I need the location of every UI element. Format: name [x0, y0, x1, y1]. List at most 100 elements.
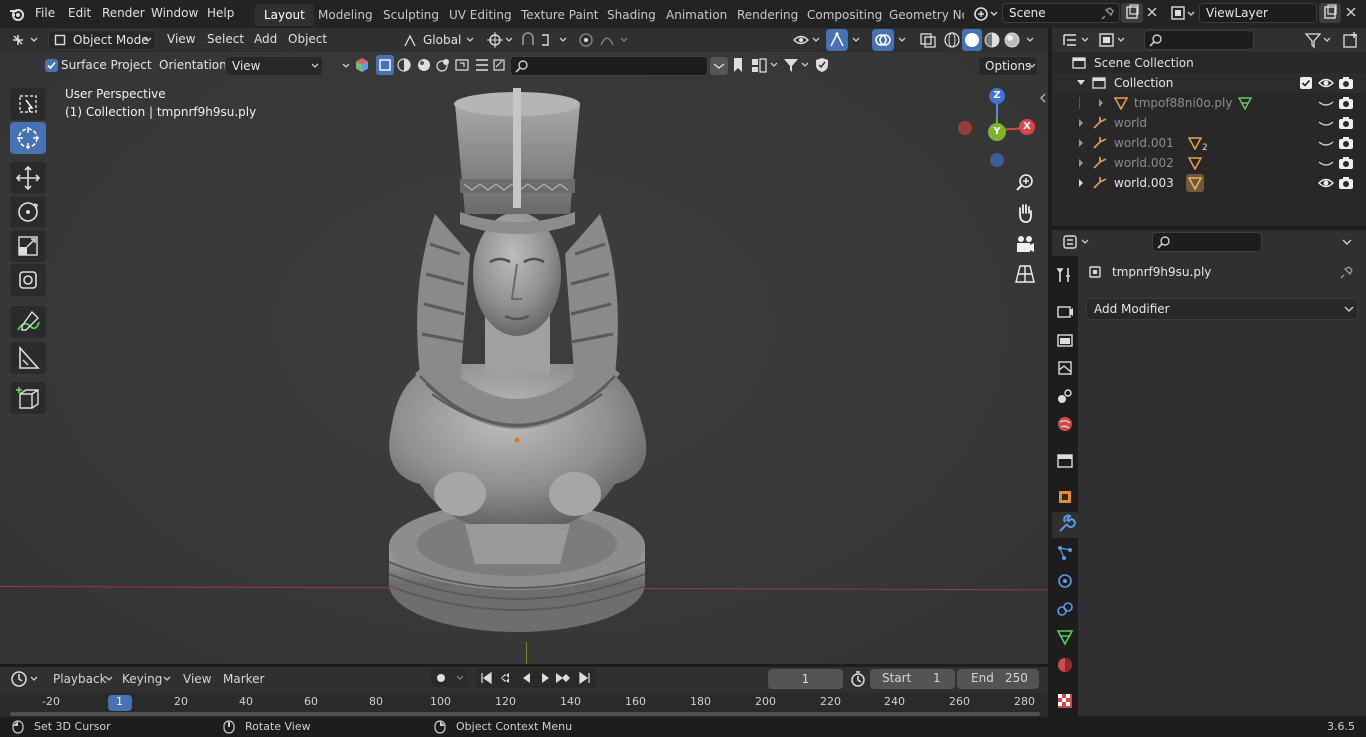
visibility-icon[interactable] — [792, 31, 822, 49]
menu-edit[interactable]: Edit — [68, 6, 91, 20]
pin-icon[interactable] — [1340, 265, 1354, 279]
start-frame-field[interactable]: Start 1 — [870, 669, 955, 689]
constraints-tab-icon[interactable] — [1056, 600, 1074, 618]
cursor-tool[interactable] — [10, 122, 46, 154]
keying-menu[interactable]: Keying — [122, 672, 162, 686]
add-cube-tool[interactable] — [10, 382, 46, 414]
collection-tab-icon[interactable] — [1056, 452, 1074, 470]
material-tab-icon[interactable] — [1056, 656, 1074, 674]
tab-animation[interactable]: Animation — [657, 4, 736, 26]
tab-texture-paint[interactable]: Texture Paint — [512, 4, 607, 26]
overlays-toggle-icon[interactable] — [872, 29, 894, 51]
outliner-row-object[interactable]: tmpof88ni0o.ply — [1052, 93, 1366, 113]
timeline-scrollbar[interactable] — [10, 712, 1040, 716]
shield-icon[interactable] — [814, 56, 830, 74]
render-tab-icon[interactable] — [1056, 302, 1074, 320]
select-box-tool[interactable] — [10, 88, 46, 120]
outliner-row-world-001[interactable]: world.001 2 — [1052, 133, 1366, 153]
outliner-row-world[interactable]: world — [1052, 113, 1366, 133]
tab-compositing[interactable]: Compositing — [798, 4, 891, 26]
view-layer-tab-icon[interactable] — [1056, 359, 1074, 377]
solid-shading-icon[interactable] — [962, 29, 982, 51]
add-modifier-dropdown[interactable]: Add Modifier — [1086, 298, 1358, 320]
tab-modeling[interactable]: Modeling — [309, 4, 382, 26]
color-cube-icon[interactable] — [354, 57, 370, 73]
search-input[interactable] — [510, 56, 708, 76]
expand-arrow-icon[interactable] — [1076, 173, 1086, 193]
collapse-icon[interactable] — [710, 57, 728, 75]
timeline-editor-icon[interactable] — [10, 670, 42, 688]
texture-tab-icon[interactable] — [1056, 692, 1074, 710]
tab-uv-editing[interactable]: UV Editing — [440, 4, 521, 26]
rendered-shading-icon[interactable] — [1002, 29, 1022, 51]
shading-options-icons[interactable] — [396, 57, 508, 73]
pin-icon[interactable] — [1101, 6, 1115, 20]
display-mode-icon[interactable] — [750, 56, 780, 74]
current-frame-field[interactable]: 1 — [768, 669, 843, 689]
material-shading-icon[interactable] — [982, 29, 1002, 51]
pivot-point-icon[interactable] — [486, 31, 516, 49]
move-tool[interactable] — [10, 162, 46, 194]
new-view-layer-icon[interactable] — [1319, 3, 1341, 23]
menu-render[interactable]: Render — [102, 6, 145, 20]
eye-icon[interactable] — [1318, 76, 1334, 90]
menu-view[interactable]: View — [167, 32, 195, 46]
orientation-dropdown[interactable]: View — [225, 56, 323, 76]
gizmo-y-axis[interactable]: Y — [988, 123, 1006, 141]
chevron-down-icon[interactable] — [896, 31, 908, 49]
outliner-search-input[interactable] — [1144, 30, 1254, 50]
eye-closed-icon[interactable] — [1318, 96, 1334, 110]
outliner-row-world-002[interactable]: world.002 — [1052, 153, 1366, 173]
marker-menu[interactable]: Marker — [223, 672, 264, 686]
view-layer-field[interactable]: ViewLayer — [1199, 3, 1317, 23]
display-mode-icon[interactable] — [1098, 32, 1128, 48]
camera-view-icon[interactable] — [1012, 231, 1038, 257]
expand-arrow-icon[interactable] — [1076, 153, 1086, 173]
surface-project-label[interactable]: Surface Project — [61, 58, 152, 72]
playback-menu[interactable]: Playback — [53, 672, 107, 686]
editor-type-icon[interactable] — [10, 30, 42, 50]
snap-icon[interactable] — [520, 31, 572, 49]
world-tab-icon[interactable] — [1056, 415, 1074, 433]
new-collection-icon[interactable] — [1342, 31, 1360, 49]
chevron-down-icon[interactable] — [850, 31, 862, 49]
outliner-row-collection[interactable]: Collection — [1052, 73, 1366, 93]
bookmark-icon[interactable] — [730, 56, 746, 74]
tab-layout[interactable]: Layout — [255, 4, 314, 26]
camera-render-icon[interactable] — [1338, 116, 1354, 130]
options-dropdown[interactable]: Options — [978, 56, 1038, 76]
menu-help[interactable]: Help — [207, 6, 234, 20]
xray-toggle-icon[interactable] — [918, 31, 938, 49]
end-frame-field[interactable]: End 250 — [957, 669, 1039, 689]
annotate-tool[interactable] — [10, 306, 46, 338]
camera-render-icon[interactable] — [1338, 136, 1354, 150]
mode-dropdown[interactable]: Object Mode — [48, 30, 156, 50]
camera-render-icon[interactable] — [1338, 176, 1354, 190]
expand-arrow-icon[interactable] — [1076, 133, 1086, 153]
modifier-tab-icon[interactable] — [1052, 512, 1078, 538]
menu-object[interactable]: Object — [288, 32, 327, 46]
gizmo-toggle-icon[interactable] — [826, 29, 848, 51]
blender-logo-icon[interactable] — [8, 5, 26, 23]
snap-element-icon[interactable] — [376, 55, 394, 75]
scene-icon[interactable] — [972, 4, 1000, 24]
chevron-down-icon[interactable] — [1024, 31, 1036, 49]
data-tab-icon[interactable] — [1056, 628, 1074, 646]
eye-closed-icon[interactable] — [1318, 156, 1334, 170]
auto-keying-button[interactable] — [431, 669, 467, 687]
playback-controls[interactable] — [476, 668, 596, 688]
physics-tab-icon[interactable] — [1056, 572, 1074, 590]
rotate-tool[interactable] — [10, 196, 46, 228]
eye-closed-icon[interactable] — [1318, 136, 1334, 150]
perspective-grid-icon[interactable] — [1012, 261, 1038, 287]
3d-viewport[interactable]: Object Mode View Select Add Object Globa… — [0, 28, 1048, 664]
timeline-view-menu[interactable]: View — [183, 672, 211, 686]
transform-orientation-dropdown[interactable]: Global — [398, 30, 478, 50]
particles-tab-icon[interactable] — [1056, 544, 1074, 562]
stopwatch-icon[interactable] — [849, 670, 867, 688]
exclude-checkbox[interactable] — [1300, 77, 1312, 89]
menu-file[interactable]: File — [35, 6, 55, 20]
filter-icon[interactable] — [1304, 31, 1334, 49]
chevron-down-icon[interactable] — [340, 58, 352, 74]
scale-tool[interactable] — [10, 230, 46, 262]
